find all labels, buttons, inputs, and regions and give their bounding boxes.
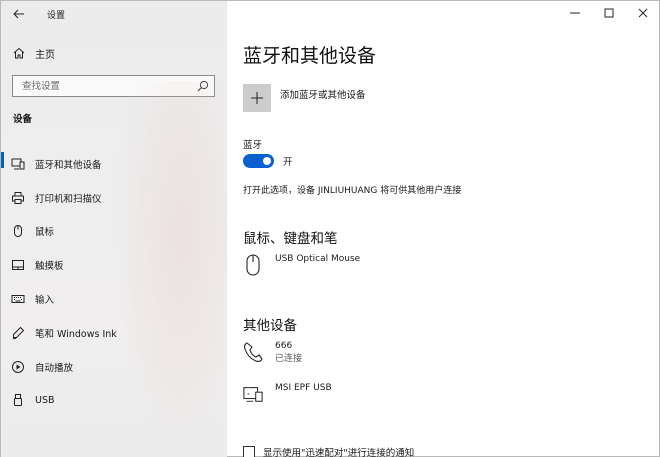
- swift-pair-checkbox[interactable]: [243, 446, 255, 457]
- sidebar-item-usb[interactable]: USB: [1, 384, 227, 418]
- minimize-icon: [570, 12, 580, 14]
- bluetooth-label: 蓝牙: [243, 140, 263, 151]
- sidebar-item-typing[interactable]: 输入: [1, 282, 227, 316]
- sidebar-item-bluetooth[interactable]: 蓝牙和其他设备: [1, 147, 227, 181]
- maximize-button[interactable]: [592, 1, 626, 25]
- back-arrow-icon: [13, 9, 24, 19]
- search-icon[interactable]: [197, 80, 209, 92]
- title-bar: 设置: [1, 1, 227, 27]
- sidebar-nav: 蓝牙和其他设备 打印机和扫描仪 鼠标 触摸板 输入 笔和 Windows Ink…: [1, 147, 227, 417]
- sidebar: 设置 主页 设备 蓝牙和其他设备: [1, 1, 227, 457]
- autoplay-icon: [11, 360, 25, 374]
- keyboard-icon: [11, 292, 25, 306]
- home-nav-item[interactable]: 主页: [1, 42, 227, 64]
- bluetooth-toggle[interactable]: [243, 154, 274, 168]
- touchpad-icon: [11, 258, 25, 272]
- close-button[interactable]: [626, 1, 660, 25]
- device-item-msi-epf[interactable]: MSI EPF USB: [243, 382, 332, 406]
- sidebar-item-autoplay[interactable]: 自动播放: [1, 350, 227, 384]
- maximize-icon: [604, 8, 614, 18]
- sidebar-item-pen[interactable]: 笔和 Windows Ink: [1, 316, 227, 350]
- plus-icon: [251, 92, 263, 104]
- swift-pair-label: 显示使用"迅速配对"进行连接的通知: [263, 448, 415, 457]
- sidebar-item-label: 触摸板: [35, 261, 64, 273]
- sidebar-item-label: 笔和 Windows Ink: [35, 328, 117, 340]
- device-name: USB Optical Mouse: [275, 254, 361, 264]
- home-label: 主页: [35, 49, 55, 61]
- device-name: 666: [275, 341, 293, 351]
- sidebar-item-mouse[interactable]: 鼠标: [1, 215, 227, 249]
- device-name: MSI EPF USB: [275, 383, 332, 393]
- mouse-icon: [11, 224, 25, 238]
- add-tile[interactable]: [243, 84, 271, 112]
- device-item-mouse[interactable]: USB Optical Mouse: [243, 253, 360, 277]
- search-input[interactable]: [13, 76, 191, 96]
- sidebar-section-title: 设备: [13, 114, 33, 125]
- swift-pair-option[interactable]: 显示使用"迅速配对"进行连接的通知: [243, 445, 414, 457]
- minimize-button[interactable]: [558, 1, 592, 25]
- sidebar-item-label: USB: [35, 394, 55, 406]
- toggle-knob: [263, 157, 271, 165]
- phone-icon: [243, 340, 263, 364]
- bluetooth-toggle-row: 开: [243, 154, 293, 168]
- printer-icon: [11, 191, 25, 205]
- mouse-icon: [243, 253, 263, 277]
- device-item-phone[interactable]: 666 已连接: [243, 340, 302, 366]
- app-title: 设置: [47, 10, 66, 21]
- other-devices-heading: 其他设备: [243, 318, 297, 334]
- back-button[interactable]: [5, 2, 33, 26]
- add-device-label: 添加蓝牙或其他设备: [280, 90, 366, 101]
- sidebar-item-label: 鼠标: [35, 227, 55, 239]
- home-icon: [12, 46, 26, 60]
- sidebar-item-label: 输入: [35, 295, 55, 307]
- mouse-keyboard-pen-heading: 鼠标、键盘和笔: [243, 231, 338, 247]
- main-content: 蓝牙和其他设备 添加蓝牙或其他设备 蓝牙 开 打开此选项，设备 JINLIUHU…: [227, 1, 660, 457]
- bluetooth-state-text: 开: [283, 157, 293, 168]
- sidebar-item-label: 打印机和扫描仪: [35, 193, 102, 205]
- usb-icon: [11, 393, 25, 407]
- bluetooth-devices-icon: [11, 157, 25, 171]
- close-icon: [638, 8, 648, 18]
- pen-icon: [11, 326, 25, 340]
- search-box[interactable]: [12, 75, 215, 97]
- sidebar-item-touchpad[interactable]: 触摸板: [1, 248, 227, 282]
- window-controls: [558, 1, 660, 25]
- sidebar-item-label: 自动播放: [35, 362, 74, 374]
- device-status: 已连接: [275, 354, 303, 364]
- bluetooth-description: 打开此选项，设备 JINLIUHUANG 将可供其他用户连接: [243, 186, 462, 196]
- page-title: 蓝牙和其他设备: [243, 45, 377, 67]
- sidebar-item-printers[interactable]: 打印机和扫描仪: [1, 181, 227, 215]
- add-device-button[interactable]: 添加蓝牙或其他设备: [243, 84, 366, 112]
- device-icon: [243, 382, 263, 406]
- sidebar-item-label: 蓝牙和其他设备: [35, 159, 102, 171]
